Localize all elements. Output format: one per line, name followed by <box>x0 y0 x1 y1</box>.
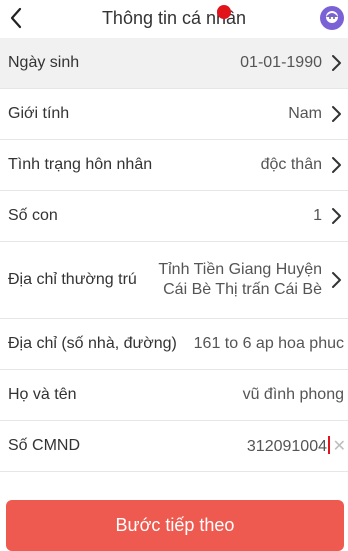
gender-label: Giới tính <box>8 105 70 122</box>
full-name-input[interactable]: vũ đình phong <box>243 385 344 405</box>
id-number-input[interactable]: 312091004 <box>246 435 330 457</box>
chevron-right-icon <box>332 157 341 173</box>
date-of-birth-value: 01-01-1990 <box>240 54 322 71</box>
next-step-button[interactable]: Bước tiếp theo <box>6 500 344 551</box>
id-number-label: Số CMND <box>8 437 81 454</box>
marital-status-value: độc thân <box>260 156 322 173</box>
text-cursor <box>328 435 330 454</box>
row-permanent-address[interactable]: Địa chỉ thường trú Tỉnh Tiền Giang Huyện… <box>0 242 348 319</box>
marital-status-label: Tình trạng hôn nhân <box>8 156 153 173</box>
row-gender[interactable]: Giới tính Nam <box>0 89 348 140</box>
row-marital-status[interactable]: Tình trạng hôn nhân độc thân <box>0 140 348 191</box>
personal-info-form: Ngày sinh 01-01-1990 Giới tính Nam Tình … <box>0 38 348 472</box>
page-title: Thông tin cá nhân <box>101 8 247 28</box>
app-header: Thông tin cá nhân <box>0 0 348 38</box>
chevron-right-icon <box>332 106 341 122</box>
date-of-birth-label: Ngày sinh <box>8 54 80 71</box>
row-number-of-children[interactable]: Số con 1 <box>0 191 348 242</box>
permanent-address-line2: Cái Bè Thị trấn Cái Bè <box>163 281 322 298</box>
id-number-text: 312091004 <box>246 437 327 455</box>
row-id-number[interactable]: Số CMND 312091004 ✕ <box>0 421 348 472</box>
user-avatar-icon[interactable] <box>320 6 344 30</box>
row-street-address[interactable]: Địa chỉ (số nhà, đường) 161 to 6 ap hoa … <box>0 319 348 370</box>
street-address-input[interactable]: 161 to 6 ap hoa phuc <box>194 334 344 354</box>
row-full-name[interactable]: Họ và tên vũ đình phong <box>0 370 348 421</box>
recording-indicator <box>217 5 231 19</box>
children-label: Số con <box>8 207 58 224</box>
full-name-label: Họ và tên <box>8 386 77 403</box>
permanent-address-value: Tỉnh Tiền Giang Huyện Cái Bè Thị trấn Cá… <box>158 260 322 300</box>
chevron-right-icon <box>332 208 341 224</box>
gender-value: Nam <box>288 105 322 122</box>
clear-x-icon[interactable]: ✕ <box>333 436 346 456</box>
row-date-of-birth[interactable]: Ngày sinh 01-01-1990 <box>0 38 348 89</box>
children-value: 1 <box>313 207 322 224</box>
chevron-right-icon <box>332 272 341 288</box>
chevron-right-icon <box>332 55 341 71</box>
permanent-address-label: Địa chỉ thường trú <box>8 271 137 288</box>
street-address-label: Địa chỉ (số nhà, đường) <box>8 335 177 352</box>
permanent-address-line1: Tỉnh Tiền Giang Huyện <box>158 261 322 278</box>
